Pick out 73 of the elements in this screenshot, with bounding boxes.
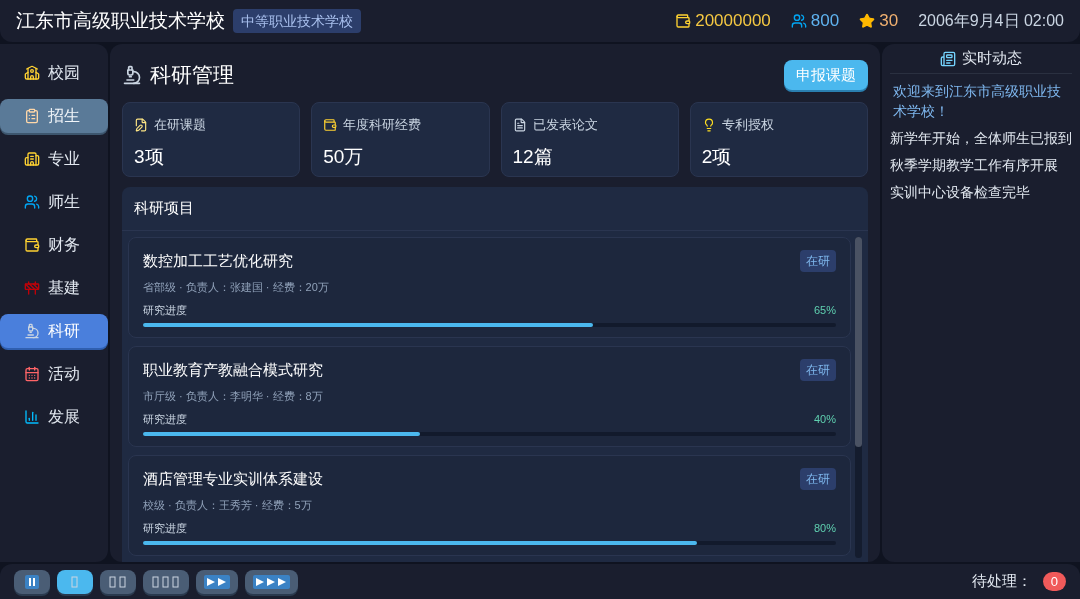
speed-icon [70, 575, 80, 588]
calendar-icon [24, 366, 40, 382]
stat-value: 12篇 [512, 144, 554, 169]
fast-forward-icon [204, 574, 230, 589]
nav-item[interactable]: 财务 [0, 228, 108, 262]
stat-label: 年度科研经费 [343, 116, 422, 134]
progress-label: 研究进度 [143, 521, 187, 536]
microscope-icon [24, 323, 40, 339]
project-title: 职业教育产教融合模式研究 [143, 360, 323, 380]
status-tag: 在研 [800, 359, 836, 382]
progress-label: 研究进度 [143, 412, 187, 427]
pause-icon [25, 574, 39, 589]
speed-button[interactable] [245, 569, 298, 594]
section-title: 科研项目 [134, 198, 194, 219]
stat-label: 专利授权 [721, 116, 774, 134]
star-icon [859, 13, 876, 29]
page-title: 科研管理 [150, 62, 234, 89]
progress-label: 研究进度 [143, 303, 187, 318]
nav-item[interactable]: 校园 [0, 56, 108, 90]
project-title: 数控加工工艺优化研究 [143, 251, 293, 271]
people-icon [790, 13, 807, 29]
building-icon [24, 151, 40, 167]
progress-percent: 40% [813, 412, 836, 427]
document-icon [512, 117, 527, 132]
memo-icon [134, 117, 148, 132]
nav-item[interactable]: 基建 [0, 271, 108, 305]
nav-item[interactable]: 科研 [0, 314, 108, 348]
nav-item[interactable]: 专业 [0, 142, 108, 176]
project-details: 市厅级 · 负责人：李明华 · 经费：8万 [143, 388, 324, 404]
news-item: 秋季学期教学工作有序开展 [890, 157, 1059, 175]
scrollbar-thumb[interactable] [855, 237, 862, 447]
progress-percent: 80% [813, 521, 836, 536]
speed-button[interactable] [100, 569, 136, 594]
stat-label: 在研课题 [154, 116, 206, 134]
nav-item[interactable]: 师生 [0, 185, 108, 219]
nav-item[interactable]: 发展 [0, 400, 108, 434]
reputation-value: 30 [879, 10, 899, 33]
microscope-icon [122, 65, 142, 85]
school-name: 江东市高级职业技术学校 [16, 8, 225, 33]
speed-button[interactable] [57, 569, 93, 594]
pending-count: 0 [1042, 571, 1066, 592]
fast-forward-icon [253, 574, 290, 589]
money-value: 20000000 [695, 10, 771, 33]
people-count: 800 [810, 10, 840, 33]
school-icon [24, 65, 40, 81]
news-item: 新学年开始，全体师生已报到 [890, 130, 1072, 148]
project-title: 酒店管理专业实训体系建设 [143, 469, 323, 489]
speed-button[interactable] [14, 569, 50, 594]
speed-button[interactable] [196, 569, 238, 594]
stat-value: 2项 [701, 144, 733, 169]
bar-chart-icon [24, 409, 40, 425]
nav-item[interactable]: 活动 [0, 357, 108, 391]
speed-icon [151, 575, 181, 588]
status-tag: 在研 [800, 468, 836, 491]
speed-icon [108, 575, 128, 588]
project-details: 省部级 · 负责人：张建国 · 经费：20万 [143, 279, 330, 295]
stat-label: 已发表论文 [532, 116, 598, 134]
status-tag: 在研 [800, 250, 836, 273]
news-item: 实训中心设备检查完毕 [890, 184, 1031, 202]
news-item: 欢迎来到江东市高级职业技术学校！ [892, 83, 1062, 121]
stat-value: 3项 [134, 144, 165, 169]
game-date: 2006年9月4日 02:00 [918, 11, 1064, 31]
pending-label: 待处理： [971, 571, 1032, 592]
people-icon [24, 194, 40, 210]
nav-item[interactable]: 招生 [0, 99, 108, 133]
clipboard-icon [24, 108, 40, 124]
project-details: 校级 · 负责人：王秀芳 · 经费：5万 [143, 497, 313, 513]
stat-value: 50万 [323, 144, 365, 169]
newspaper-icon [940, 50, 956, 67]
progress-percent: 65% [813, 303, 836, 318]
news-title: 实时动态 [962, 48, 1022, 69]
speed-button[interactable] [143, 569, 189, 594]
school-type-tag: 中等职业技术学校 [233, 9, 361, 33]
